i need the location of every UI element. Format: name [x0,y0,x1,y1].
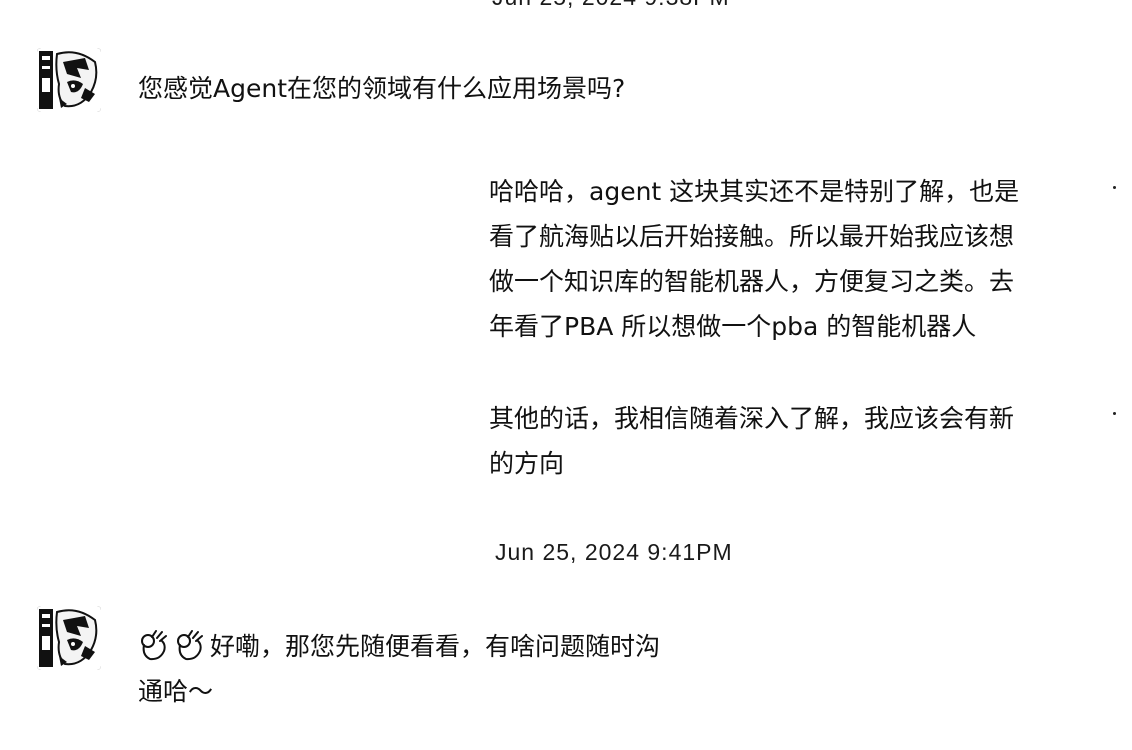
incoming-message-2-text-1: 好嘞，那您先随便看看，有啥问题随时沟 [210,632,661,661]
outgoing-message-1-line: 看了航海贴以后开始接触。所以最开始我应该想 [489,222,1015,251]
ok-hand-emoji [174,629,208,661]
incoming-message-1-text: 您感觉Agent在您的领域有什么应用场景吗? [138,74,626,103]
outgoing-message-1: 哈哈哈，agent 这块其实还不是特别了解，也是 看了航海贴以后开始接触。所以最… [489,169,1099,349]
incoming-message-2-text-2: 通哈～ [138,677,214,706]
contact-avatar-icon[interactable] [37,606,101,670]
ok-hand-emoji [138,629,172,661]
incoming-message-2-line-1: 好嘞，那您先随便看看，有啥问题随时沟 [138,624,738,669]
incoming-message-2: 好嘞，那您先随便看看，有啥问题随时沟 通哈～ [138,624,738,714]
outgoing-message-1-line: 哈哈哈，agent 这块其实还不是特别了解，也是 [489,177,1020,206]
outgoing-message-2-line: 的方向 [489,449,565,478]
outgoing-message-2: 其他的话，我相信随着深入了解，我应该会有新 的方向 [489,396,1099,486]
outgoing-message-1-line: 做一个知识库的智能机器人，方便复习之类。去 [489,267,1015,296]
contact-avatar-icon[interactable] [37,48,101,112]
scroll-edge-mark [1113,412,1116,415]
outgoing-message-1-line: 年看了PBA 所以想做一个pba 的智能机器人 [489,312,977,341]
timestamp-top: Jun 25, 2024 9:38PM [492,0,730,11]
timestamp-middle: Jun 25, 2024 9:41PM [495,539,733,565]
outgoing-message-2-line: 其他的话，我相信随着深入了解，我应该会有新 [489,404,1015,433]
scroll-edge-mark [1113,186,1116,189]
incoming-message-1: 您感觉Agent在您的领域有什么应用场景吗? [138,66,625,111]
